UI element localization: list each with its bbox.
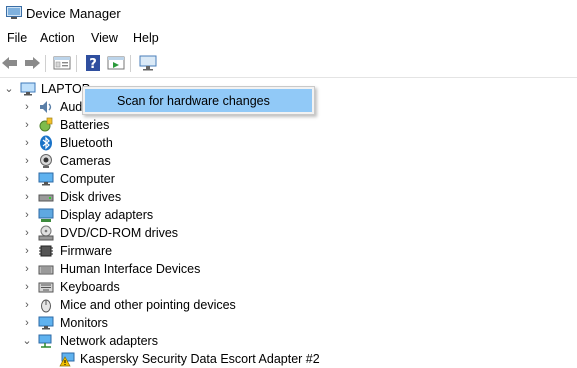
tree-child-label: Kaspersky Security Data Escort Adapter #… [80, 352, 320, 366]
expand-chevron-icon[interactable]: › [21, 226, 33, 240]
menu-file[interactable]: File [6, 31, 28, 45]
tree-item-label: Cameras [60, 154, 111, 168]
tree-item-label: Network adapters [60, 334, 158, 348]
menu-bar: File Action View Help [0, 28, 577, 50]
tree-item-label: Human Interface Devices [60, 262, 201, 276]
tree-item[interactable]: › Monitors [0, 314, 577, 332]
forward-arrow-icon[interactable] [22, 54, 42, 72]
tree-item[interactable]: › Mice and other pointing devices [0, 296, 577, 314]
tree-item-label: Firmware [60, 244, 113, 258]
device-manager-icon [6, 6, 22, 19]
collapse-chevron-icon[interactable]: ⌄ [21, 334, 33, 348]
properties-icon[interactable] [52, 54, 72, 72]
tree-item[interactable]: › Batteries [0, 116, 577, 134]
tree-item-label: Bluetooth [60, 136, 113, 150]
expand-chevron-icon[interactable]: › [21, 118, 33, 132]
context-menu: Scan for hardware changes [82, 86, 315, 115]
expand-chevron-icon[interactable]: › [21, 244, 33, 258]
toolbar-separator [130, 55, 131, 72]
tree-item[interactable]: › Cameras [0, 152, 577, 170]
hid-icon [38, 265, 54, 275]
toolbar-separator [45, 55, 46, 72]
expand-chevron-icon[interactable]: › [21, 262, 33, 276]
tree-item-label: Keyboards [60, 280, 120, 294]
toolbar: ? [0, 50, 577, 78]
tree-item[interactable]: › Display adapters [0, 206, 577, 224]
tree-item-label: Batteries [60, 118, 110, 132]
tree-item[interactable]: › Human Interface Devices [0, 260, 577, 278]
tree-item[interactable]: › Computer [0, 170, 577, 188]
expand-chevron-icon[interactable]: › [21, 280, 33, 294]
scan-hardware-changes-menu-item[interactable]: Scan for hardware changes [85, 89, 312, 112]
camera-icon [40, 154, 52, 168]
bluetooth-icon [40, 135, 52, 151]
collapse-chevron-icon[interactable]: ⌄ [3, 82, 15, 96]
toolbar-separator [76, 55, 77, 72]
display-adapter-icon [38, 208, 54, 222]
title-bar: Device Manager [0, 0, 577, 28]
expand-chevron-icon[interactable]: › [21, 190, 33, 204]
tree-child-item[interactable]: Kaspersky Security Data Escort Adapter #… [0, 350, 577, 368]
expand-chevron-icon[interactable]: › [21, 136, 33, 150]
expand-chevron-icon[interactable]: › [21, 100, 33, 114]
tree-item-label: Disk drives [60, 190, 122, 204]
expand-chevron-icon[interactable]: › [21, 208, 33, 222]
tree-item[interactable]: › DVD/CD-ROM drives [0, 224, 577, 242]
menu-action[interactable]: Action [39, 31, 76, 45]
context-item-label: Scan for hardware changes [117, 94, 270, 108]
tree-item-label: Mice and other pointing devices [60, 298, 236, 312]
audio-icon [40, 101, 52, 113]
keyboard-icon [38, 282, 54, 293]
tree-item-label: Aud [60, 100, 83, 114]
window-title: Device Manager [26, 6, 121, 21]
mouse-icon [41, 299, 51, 313]
tree-item[interactable]: › Keyboards [0, 278, 577, 296]
update-driver-icon[interactable] [106, 54, 126, 72]
battery-icon [39, 117, 53, 132]
back-arrow-icon[interactable] [0, 54, 20, 72]
menu-help[interactable]: Help [132, 31, 160, 45]
tree-item-label: DVD/CD-ROM drives [60, 226, 179, 240]
expand-chevron-icon[interactable]: › [21, 154, 33, 168]
scan-monitor-icon[interactable] [138, 54, 158, 72]
tree-item-label: Display adapters [60, 208, 154, 222]
warning-network-icon [59, 352, 75, 367]
tree-item-label: Computer [60, 172, 115, 186]
firmware-icon [39, 245, 53, 257]
monitor-icon [38, 316, 54, 330]
tree-item[interactable]: › Bluetooth [0, 134, 577, 152]
expand-chevron-icon[interactable]: › [21, 316, 33, 330]
tree-item[interactable]: ⌄ Network adapters [0, 332, 577, 350]
disk-drive-icon [38, 194, 54, 202]
help-icon[interactable]: ? [83, 54, 103, 72]
network-adapter-icon [38, 334, 52, 348]
dvd-drive-icon [38, 225, 54, 241]
tree-item[interactable]: › Disk drives [0, 188, 577, 206]
computer-icon [20, 82, 36, 96]
expand-chevron-icon[interactable]: › [21, 172, 33, 186]
svg-text:?: ? [89, 57, 97, 72]
menu-view[interactable]: View [90, 31, 119, 45]
computer-icon [38, 172, 54, 186]
tree-item-label: Monitors [60, 316, 108, 330]
tree-item[interactable]: › Firmware [0, 242, 577, 260]
device-tree: ⌄ LAPTOP › Aud › Batteries › Bluetooth ›… [0, 78, 577, 367]
expand-chevron-icon[interactable]: › [21, 298, 33, 312]
